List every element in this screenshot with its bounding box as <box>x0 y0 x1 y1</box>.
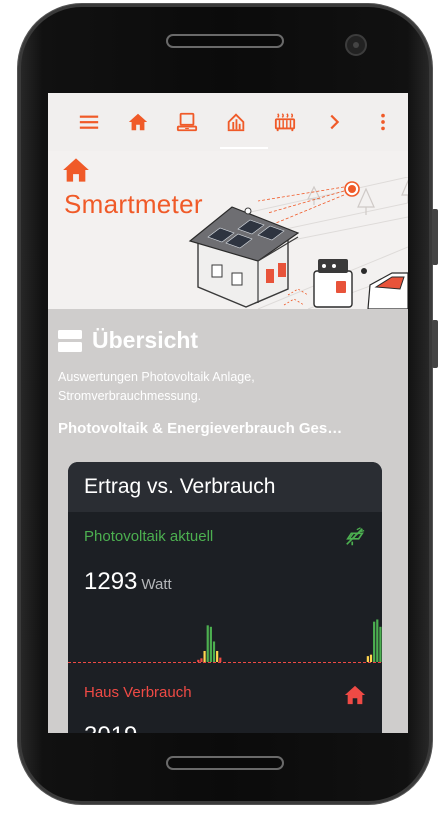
menu-icon[interactable] <box>78 111 100 133</box>
chart-bar <box>206 625 209 662</box>
laptop-icon[interactable] <box>176 111 198 133</box>
main-content: Übersicht Auswertungen Photovoltaik Anla… <box>48 309 408 437</box>
dashboard-icon <box>58 329 82 352</box>
chart-bar <box>376 619 379 662</box>
chart-bar <box>219 657 222 662</box>
power-button <box>432 320 438 368</box>
chart-bar <box>216 651 219 662</box>
page-title: Smartmeter <box>64 189 203 219</box>
house-title: Haus Verbrauch <box>84 684 192 701</box>
chart-bar <box>212 641 216 662</box>
home-icon[interactable] <box>127 111 149 133</box>
chart-bar <box>200 658 203 662</box>
home-icon <box>62 157 90 183</box>
chart-bar <box>366 656 369 662</box>
chart-bar <box>203 651 206 662</box>
chevron-right-icon[interactable] <box>323 111 345 133</box>
heater-icon[interactable] <box>274 111 296 133</box>
chart-bar <box>369 654 373 662</box>
top-nav-bar <box>48 93 408 151</box>
earpiece-speaker <box>166 34 284 48</box>
volume-button <box>432 209 438 265</box>
subsection-heading: Photovoltaik & Energieverbrauch Ges… <box>58 420 343 437</box>
pv-panel: Photovoltaik aktuell 1293 Watt <box>68 512 382 672</box>
pv-title: Photovoltaik aktuell <box>84 528 214 545</box>
pv-value-number: 1293 <box>84 568 138 595</box>
solar-power-icon[interactable] <box>344 526 366 548</box>
front-camera <box>345 34 367 56</box>
card-title: Ertrag vs. Verbrauch <box>68 462 382 512</box>
home-icon[interactable] <box>344 684 366 706</box>
chart-bar <box>209 626 212 662</box>
chart-bar <box>379 626 382 662</box>
hero-banner: Smartmeter <box>48 151 408 309</box>
section-title: Übersicht <box>92 327 199 353</box>
bottom-speaker <box>166 756 284 770</box>
house-value: 3019 <box>84 722 137 733</box>
pv-value: 1293 Watt <box>84 568 172 596</box>
section-header: Übersicht <box>58 309 398 354</box>
pv-unit: Watt <box>141 576 172 593</box>
chart-bar <box>197 659 200 662</box>
dashboard-card: Ertrag vs. Verbrauch Photovoltaik aktuel… <box>68 462 382 733</box>
energy-chart-icon[interactable] <box>225 111 247 133</box>
pv-bar-chart <box>68 619 382 663</box>
more-vert-icon[interactable] <box>372 111 394 133</box>
house-panel: Haus Verbrauch 3019 <box>68 672 382 733</box>
active-tab-indicator <box>220 147 268 149</box>
app-screen: Smartmeter Übersicht Auswertungen Photov… <box>48 93 408 733</box>
chart-bar <box>373 621 376 662</box>
section-description: Auswertungen Photovoltaik Anlage, Stromv… <box>58 370 255 403</box>
